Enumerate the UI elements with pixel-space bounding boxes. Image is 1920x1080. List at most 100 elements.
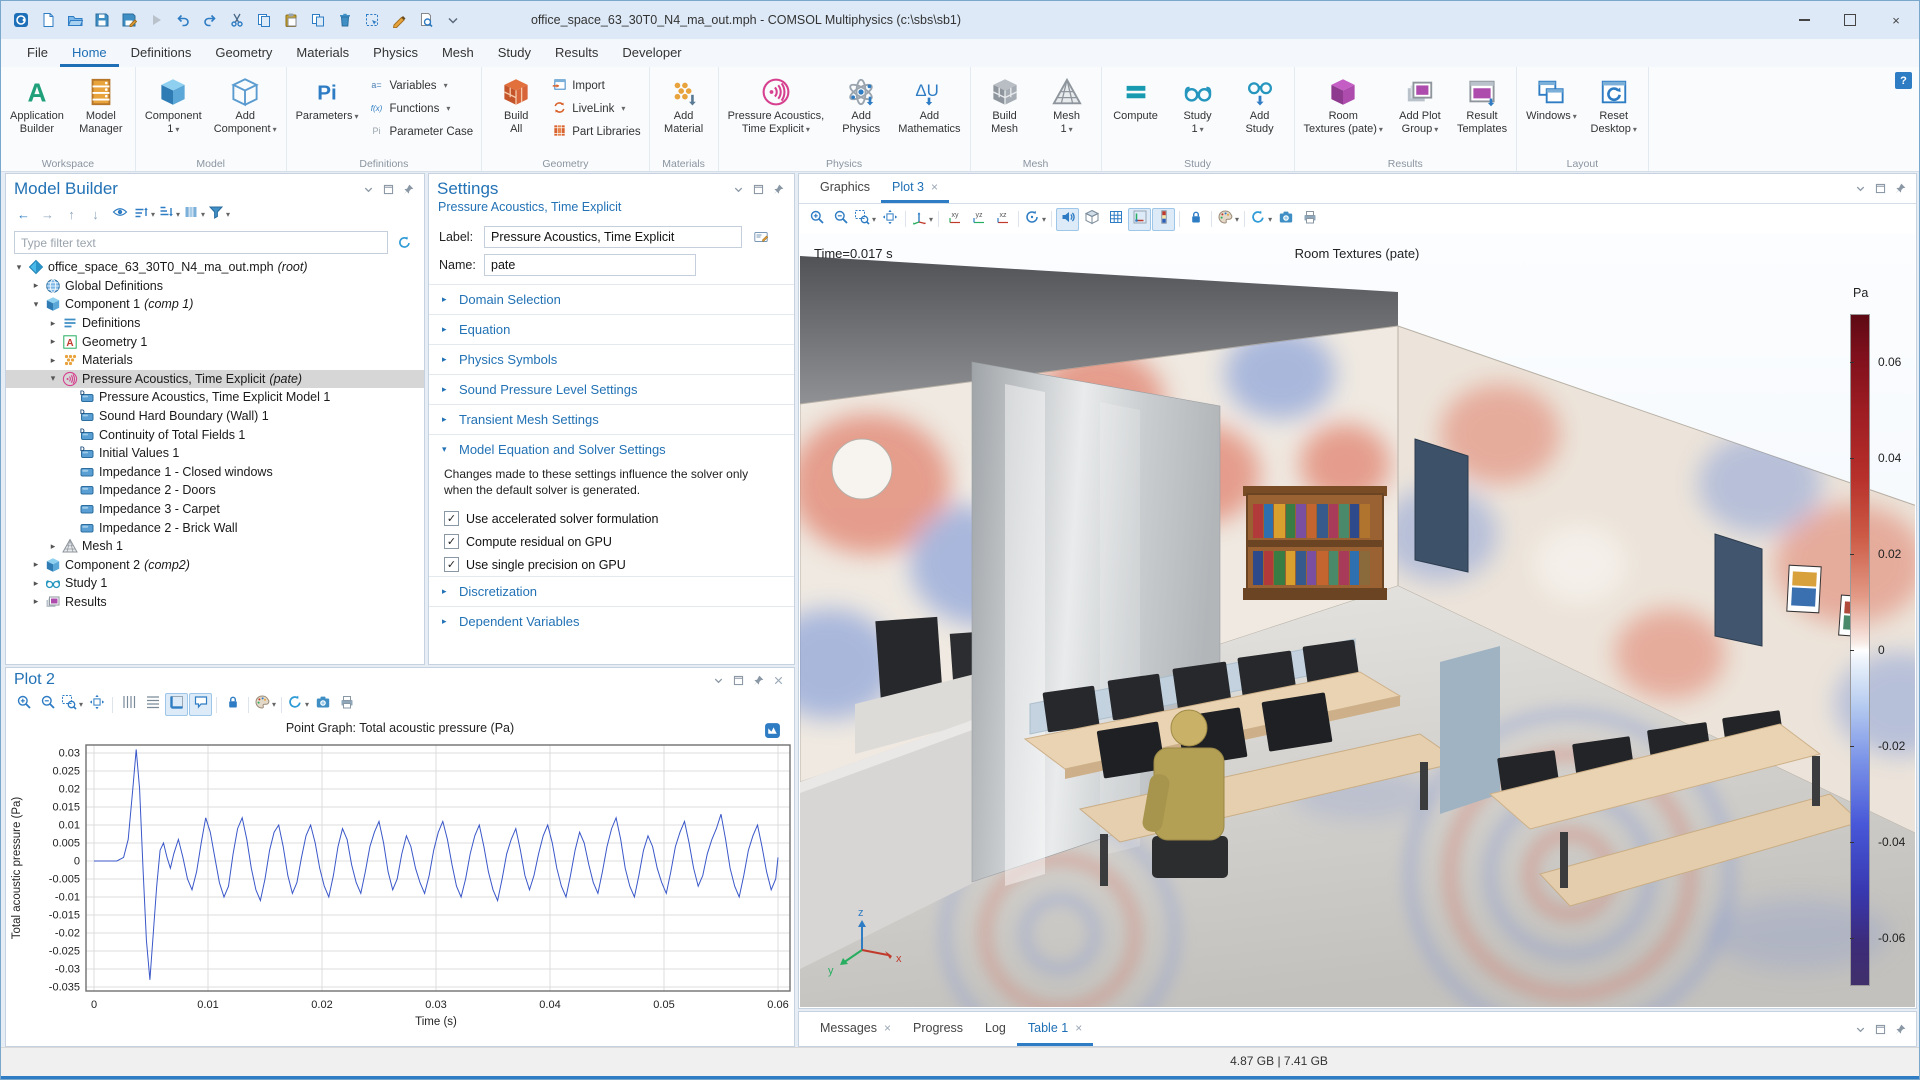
- ribbon-component-1-button[interactable]: Component 1 ▾: [139, 72, 208, 138]
- tree-item-initial-values-1[interactable]: D Initial Values 1: [6, 444, 424, 463]
- camera-button[interactable]: [1274, 208, 1297, 231]
- tree-item-component-1[interactable]: ▾ Component 1 (comp 1): [6, 295, 424, 314]
- zoom-in-button[interactable]: [12, 693, 35, 716]
- ribbon-study-1-button[interactable]: Study 1 ▾: [1167, 72, 1229, 138]
- pin-icon[interactable]: [771, 182, 786, 197]
- pin-icon[interactable]: [401, 182, 416, 197]
- point-graph-chart[interactable]: 0.03 0.025 0.02 0.015 0.01 0.005 0 -0.005 -0.01 -…: [6, 739, 796, 1031]
- tree-expander-icon[interactable]: ▾: [48, 373, 58, 384]
- section-header-discretization[interactable]: ▸ Discretization: [429, 577, 794, 606]
- tree-expander-icon[interactable]: ▸: [31, 280, 41, 291]
- ribbon-mesh-1-button[interactable]: Mesh 1 ▾: [1036, 72, 1098, 138]
- menu-file[interactable]: File: [15, 39, 60, 67]
- menu-results[interactable]: Results: [543, 39, 610, 67]
- zoom-out-button[interactable]: [36, 693, 59, 716]
- tree-expander-icon[interactable]: ▸: [31, 596, 41, 607]
- zoom-out-button[interactable]: [829, 208, 852, 231]
- grid-vertical-button[interactable]: [117, 693, 140, 716]
- colorbar-toggle-button[interactable]: [1152, 207, 1176, 231]
- camera-button[interactable]: [311, 693, 334, 716]
- tree-item-impedance-2-brick-wall[interactable]: Impedance 2 - Brick Wall: [6, 518, 424, 537]
- ribbon-result-templates-button[interactable]: Result Templates: [1451, 72, 1513, 138]
- checkbox-icon[interactable]: ✓: [444, 511, 459, 526]
- float-icon[interactable]: [381, 182, 396, 197]
- filter-input[interactable]: Type filter text: [14, 231, 388, 254]
- triad-button[interactable]: ▾: [910, 208, 934, 231]
- tree-expander-icon[interactable]: ▸: [31, 578, 41, 589]
- view-xy-button[interactable]: xy: [943, 208, 966, 231]
- palette-button[interactable]: ▾: [1216, 208, 1240, 231]
- ribbon-functions-button[interactable]: f(x) Functions ▾: [369, 99, 473, 118]
- run-icon[interactable]: [144, 8, 168, 32]
- tab-log[interactable]: Log: [974, 1012, 1017, 1046]
- select-frame-icon[interactable]: [360, 8, 384, 32]
- section-header-equation[interactable]: ▸ Equation: [429, 315, 794, 344]
- print-button[interactable]: [335, 693, 358, 716]
- section-header-transient-mesh-settings[interactable]: ▸ Transient Mesh Settings: [429, 405, 794, 434]
- tree-item-component-2[interactable]: ▸ Component 2 (comp2): [6, 556, 424, 575]
- menu-home[interactable]: Home: [59, 39, 119, 67]
- tree-expander-icon[interactable]: ▸: [48, 355, 58, 366]
- tree-expander-icon[interactable]: ▸: [31, 559, 41, 570]
- tree-expander-icon[interactable]: ▾: [31, 299, 41, 310]
- tree-item-geometry-1[interactable]: ▸ A Geometry 1: [6, 332, 424, 351]
- close-button[interactable]: ×: [1873, 1, 1919, 39]
- ribbon-room-textures-pate-button[interactable]: Room Textures (pate) ▾: [1298, 72, 1389, 138]
- menu-developer[interactable]: Developer: [610, 39, 693, 67]
- print-button[interactable]: [1298, 208, 1321, 231]
- duplicate-icon[interactable]: [306, 8, 330, 32]
- refresh-button[interactable]: ▾: [1249, 208, 1273, 231]
- axis-frame-button[interactable]: [165, 693, 189, 716]
- ribbon-build-all-button[interactable]: Build All: [485, 72, 547, 138]
- ribbon-reset-desktop-button[interactable]: Reset Desktop ▾: [1583, 72, 1645, 138]
- zoom-in-button[interactable]: [805, 208, 828, 231]
- node-columns-button[interactable]: ▾: [182, 203, 206, 226]
- name-field[interactable]: pate: [484, 254, 696, 276]
- tree-item-pressure-acoustics-time-explicit-model-1[interactable]: D Pressure Acoustics, Time Explicit Model…: [6, 388, 424, 407]
- tab-messages[interactable]: Messages ×: [809, 1012, 902, 1046]
- label-field[interactable]: Pressure Acoustics, Time Explicit: [484, 225, 742, 248]
- axes-box-button[interactable]: [1128, 207, 1152, 231]
- redo-icon[interactable]: [198, 8, 222, 32]
- undo-icon[interactable]: [171, 8, 195, 32]
- tree-item-results[interactable]: ▸ Results: [6, 593, 424, 612]
- plot-legend-button[interactable]: [761, 719, 784, 742]
- show-hide-eye-button[interactable]: [108, 203, 131, 226]
- comsol-logo-icon[interactable]: [9, 8, 33, 32]
- preview-doc-icon[interactable]: [414, 8, 438, 32]
- tab-progress[interactable]: Progress: [902, 1012, 974, 1046]
- chevron-down-icon[interactable]: [1853, 181, 1868, 196]
- tree-item-pressure-acoustics-time-explicit[interactable]: ▾ Pressure Acoustics, Time Explicit (pate…: [6, 369, 424, 389]
- chevron-down-icon[interactable]: [711, 673, 726, 688]
- tab-graphics[interactable]: Graphics: [809, 174, 881, 203]
- fit-view-button[interactable]: [878, 208, 901, 231]
- grid-button[interactable]: [1104, 208, 1127, 231]
- tree-item-definitions[interactable]: ▸ Definitions: [6, 314, 424, 333]
- ribbon-part-libraries-button[interactable]: Part Libraries: [552, 122, 641, 141]
- zoom-box-button[interactable]: ▾: [853, 208, 877, 231]
- checkbox-compute-residual-on-gpu[interactable]: ✓ Compute residual on GPU: [429, 530, 794, 553]
- minimize-button[interactable]: [1781, 1, 1827, 39]
- qat-caret-icon[interactable]: [441, 8, 465, 32]
- open-icon[interactable]: [63, 8, 87, 32]
- ribbon-add-material-button[interactable]: Add Material: [653, 72, 715, 138]
- ribbon-compute-button[interactable]: Compute: [1105, 72, 1167, 125]
- save-as-icon[interactable]: [117, 8, 141, 32]
- float-icon[interactable]: [731, 673, 746, 688]
- tree-expander-icon[interactable]: ▸: [48, 336, 58, 347]
- filter-funnel-button[interactable]: ▾: [207, 203, 231, 226]
- delete-icon[interactable]: [333, 8, 357, 32]
- tree-item-impedance-1-closed-windows[interactable]: Impedance 1 - Closed windows: [6, 463, 424, 482]
- nav-forward-button[interactable]: →: [36, 203, 59, 226]
- ribbon-add-component-button[interactable]: Add Component ▾: [208, 72, 283, 138]
- rotate-button[interactable]: ▾: [1023, 208, 1047, 231]
- graphics-canvas[interactable]: z x y Time=0.017 s Room Textures (pate) …: [800, 234, 1915, 1007]
- tab-close-icon[interactable]: ×: [1075, 1021, 1082, 1035]
- menu-physics[interactable]: Physics: [361, 39, 430, 67]
- ribbon-build-mesh-button[interactable]: Build Mesh: [974, 72, 1036, 138]
- close-x-icon[interactable]: [771, 673, 786, 688]
- pin-icon[interactable]: [751, 673, 766, 688]
- filter-refresh-button[interactable]: [393, 231, 416, 254]
- new-file-icon[interactable]: [36, 8, 60, 32]
- tooltip-button[interactable]: [189, 693, 213, 716]
